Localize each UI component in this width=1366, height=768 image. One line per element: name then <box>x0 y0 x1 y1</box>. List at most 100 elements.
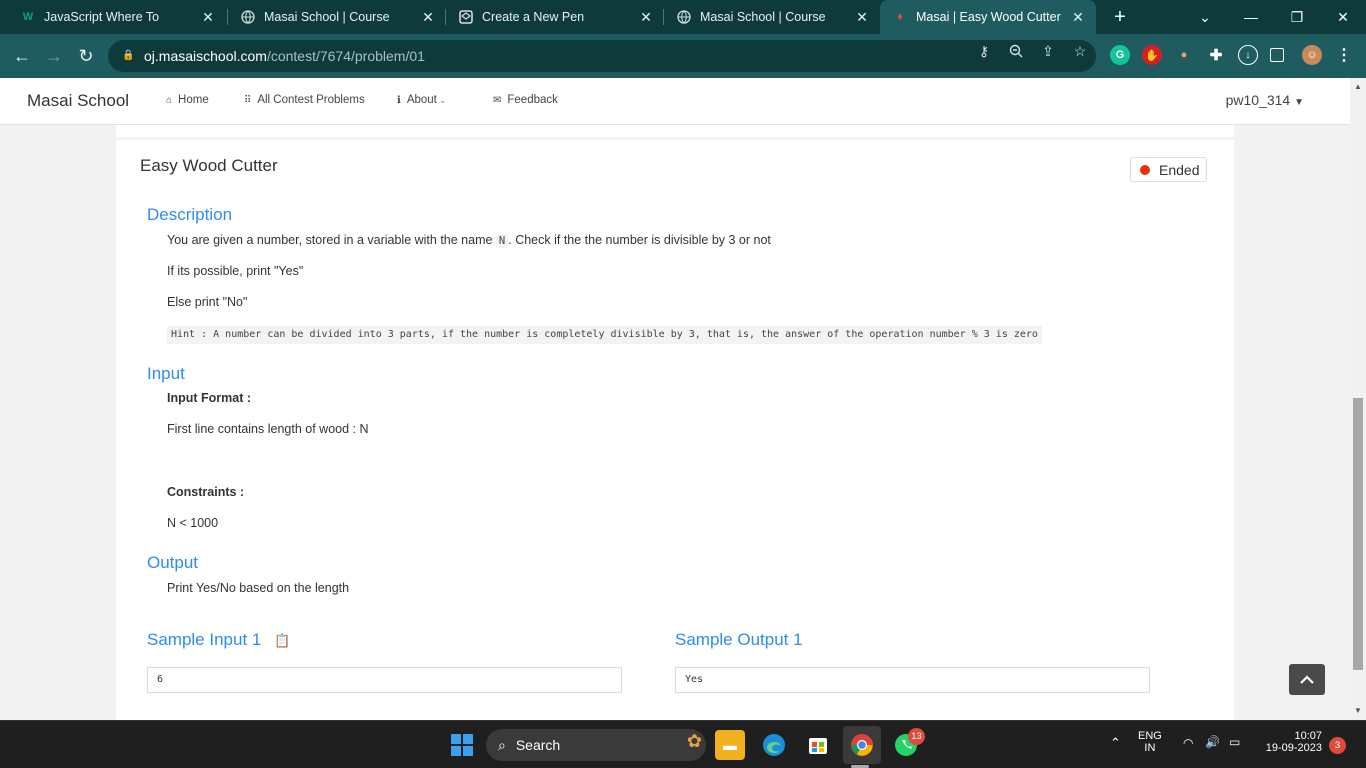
description-line-3: Else print "No" <box>167 295 248 309</box>
extension-icon[interactable]: ● <box>1174 45 1194 65</box>
tab-search-icon[interactable]: ⌄ <box>1182 0 1228 34</box>
chrome-icon[interactable] <box>843 726 881 764</box>
blocker-extension-icon[interactable]: ✋ <box>1142 45 1162 65</box>
taskbar-search[interactable]: ⌕ Search ✿ <box>486 729 706 761</box>
description-line-2: If its possible, print "Yes" <box>167 264 304 278</box>
nav-about[interactable]: ℹ About ⌄ <box>397 94 446 106</box>
site-brand[interactable]: Masai School <box>27 91 129 111</box>
tab-create-new-pen[interactable]: Create a New Pen ✕ <box>446 0 664 34</box>
home-icon: ⌂ <box>166 94 173 106</box>
region-code: IN <box>1144 742 1156 754</box>
tab-title: Masai School | Course <box>264 10 390 24</box>
nav-home-label: Home <box>178 94 209 106</box>
back-arrow-icon[interactable]: ← <box>10 44 34 68</box>
more-menu-icon[interactable]: ⋮ <box>1334 45 1354 65</box>
lock-icon: 🔒 <box>122 50 135 61</box>
input-heading: Input <box>147 364 185 383</box>
volume-icon[interactable]: 🔊 <box>1205 735 1220 749</box>
battery-icon[interactable]: ▭ <box>1229 735 1240 749</box>
scroll-to-top-button[interactable] <box>1289 664 1325 695</box>
tab-javascript-where-to[interactable]: W JavaScript Where To ✕ <box>8 0 226 34</box>
scrollbar-thumb[interactable] <box>1353 398 1363 670</box>
puzzle-extensions-icon[interactable]: ✚ <box>1206 45 1226 65</box>
url-text: oj.masaischool.com/contest/7674/problem/… <box>144 48 425 64</box>
info-icon: ℹ <box>397 94 401 106</box>
close-tab-icon[interactable]: ✕ <box>1070 9 1086 26</box>
share-icon[interactable]: ⇪ <box>1039 42 1057 60</box>
nav-feedback-label: Feedback <box>507 94 558 106</box>
close-window-icon[interactable]: ✕ <box>1320 0 1366 34</box>
chevron-up-icon <box>1300 674 1314 684</box>
windows-start-icon[interactable] <box>447 730 477 760</box>
clock[interactable]: 10:07 19-09-2023 <box>1258 730 1322 754</box>
output-text: Print Yes/No based on the length <box>167 581 350 595</box>
file-explorer-icon[interactable]: ▬ <box>715 730 745 760</box>
tab-title: Create a New Pen <box>482 10 585 24</box>
side-panel-icon[interactable] <box>1270 48 1284 62</box>
reload-icon[interactable]: ↻ <box>74 44 98 68</box>
taskbar-search-label: Search <box>515 737 561 753</box>
windows-taskbar: ⌕ Search ✿ ▬ 13 ⌃ ENG IN ◠ 🔊 ▭ 10:07 19-… <box>0 720 1366 768</box>
codepen-icon <box>458 9 474 25</box>
new-tab-icon[interactable]: + <box>1110 6 1130 28</box>
notification-badge[interactable]: 3 <box>1329 737 1346 754</box>
page-scrollbar[interactable]: ▲ ▼ <box>1350 78 1366 720</box>
masai-icon: ♦ <box>897 11 903 23</box>
restore-icon[interactable]: ❐ <box>1274 0 1320 34</box>
tray-chevron-up-icon[interactable]: ⌃ <box>1110 735 1121 751</box>
sample-output-box: Yes <box>675 667 1150 693</box>
close-tab-icon[interactable]: ✕ <box>638 9 654 26</box>
clipboard-icon[interactable]: 📋 <box>274 633 290 648</box>
input-format-text: First line contains length of wood : N <box>167 422 369 436</box>
scroll-down-arrow-icon[interactable]: ▼ <box>1353 706 1363 716</box>
clock-date: 19-09-2023 <box>1265 742 1322 754</box>
nav-feedback[interactable]: ✉ Feedback <box>493 94 558 106</box>
minimize-icon[interactable]: — <box>1228 0 1274 34</box>
download-icon[interactable]: ↓ <box>1238 45 1258 65</box>
description-line-1: You are given a number, stored in a vari… <box>167 233 771 248</box>
grammarly-icon[interactable]: G <box>1110 45 1130 65</box>
scroll-up-arrow-icon[interactable]: ▲ <box>1353 82 1363 92</box>
desc-text-pre: You are given a number, stored in a vari… <box>167 233 493 247</box>
w3schools-icon: W <box>22 11 34 23</box>
close-tab-icon[interactable]: ✕ <box>854 9 870 26</box>
browser-toolbar: ← → ↻ 🔒 oj.masaischool.com/contest/7674/… <box>0 34 1366 78</box>
profile-avatar-icon[interactable]: ☺ <box>1302 45 1322 65</box>
clock-time: 10:07 <box>1294 730 1322 742</box>
edge-icon[interactable] <box>759 730 789 760</box>
sample-output-heading: Sample Output 1 <box>675 630 803 649</box>
tab-masai-course-2[interactable]: Masai School | Course ✕ <box>664 0 880 34</box>
tab-masai-course-1[interactable]: Masai School | Course ✕ <box>228 0 446 34</box>
key-icon[interactable]: ⚷ <box>975 42 993 60</box>
close-tab-icon[interactable]: ✕ <box>200 9 216 26</box>
microsoft-store-icon[interactable] <box>803 730 833 760</box>
wifi-icon[interactable]: ◠ <box>1183 736 1193 750</box>
browser-tab-strip: W JavaScript Where To ✕ Masai School | C… <box>0 0 1366 34</box>
grid-icon: ⠿ <box>244 94 252 106</box>
bookmark-star-icon[interactable]: ☆ <box>1071 42 1089 60</box>
caret-down-icon: ▼ <box>1294 97 1304 108</box>
whatsapp-badge: 13 <box>908 728 925 745</box>
nav-problems-label: All Contest Problems <box>257 94 365 106</box>
close-tab-icon[interactable]: ✕ <box>420 9 436 26</box>
user-menu[interactable]: pw10_314 ▼ <box>1226 92 1304 108</box>
tab-easy-wood-cutter[interactable]: ♦ Masai | Easy Wood Cutter ✕ <box>880 0 1096 34</box>
description-heading: Description <box>147 205 233 224</box>
nav-home[interactable]: ⌂ Home <box>166 94 209 106</box>
status-text: Ended <box>1159 161 1200 178</box>
tab-title: Masai School | Course <box>700 10 826 24</box>
content-card-edge <box>116 125 1234 137</box>
output-heading: Output <box>147 553 199 572</box>
nav-all-contest-problems[interactable]: ⠿ All Contest Problems <box>244 94 365 106</box>
forward-arrow-icon[interactable]: → <box>42 44 66 68</box>
address-bar[interactable]: 🔒 oj.masaischool.com/contest/7674/proble… <box>108 40 1096 72</box>
sample-input-label: Sample Input 1 <box>147 630 262 649</box>
url-host: oj.masaischool.com <box>144 48 267 64</box>
site-navbar: Masai School ⌂ Home ⠿ All Contest Proble… <box>0 78 1350 125</box>
zoom-icon[interactable] <box>1007 42 1025 60</box>
language-indicator[interactable]: ENG IN <box>1138 730 1162 754</box>
chevron-down-icon: ⌄ <box>438 94 447 105</box>
desc-text-post: . Check if the the number is divisible b… <box>508 233 771 247</box>
hint-code-block: Hint : A number can be divided into 3 pa… <box>167 326 1042 344</box>
language-code: ENG <box>1138 730 1162 742</box>
